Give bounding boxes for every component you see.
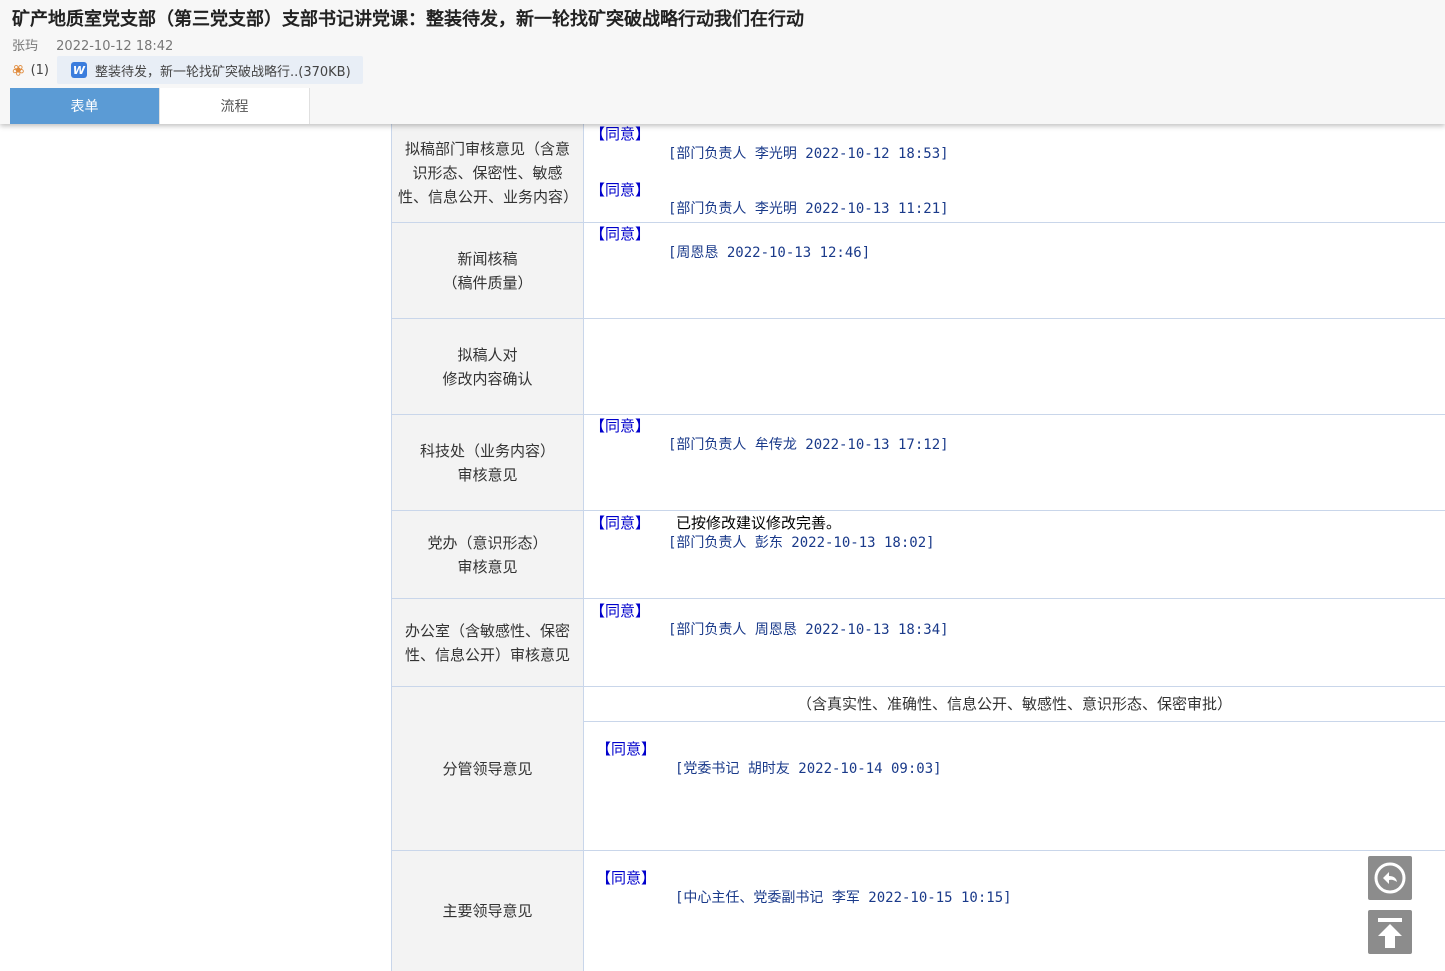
tab-form-label: 表单: [70, 99, 99, 115]
attachment-count: (1): [30, 62, 49, 78]
row-label-text: 办公室（含敏感性、保密性、信息公开）审核意见: [404, 621, 570, 664]
row-value: 【同意】 [部门负责人 周恩恳 2022-10-13 18:34]: [584, 599, 1445, 686]
agree-mark: 【同意】: [596, 740, 657, 758]
approval-table: 拟稿部门审核意见（含意识形态、保密性、敏感性、信息公开、业务内容） 【同意】 […: [391, 124, 1445, 971]
row-label-text: 拟稿人对 修改内容确认: [442, 345, 533, 388]
table-row: 科技处（业务内容） 审核意见 【同意】 [部门负责人 牟传龙 2022-10-1…: [391, 415, 1445, 511]
tab-flow-label: 流程: [220, 99, 249, 115]
row-value: （含真实性、准确性、信息公开、敏感性、意识形态、保密审批） 【同意】 [党委书记…: [584, 687, 1445, 850]
agree-mark: 【同意】: [590, 417, 651, 435]
paperclip-icon: ❀: [7, 59, 29, 81]
post-datetime: 2022-10-12 18:42: [56, 39, 174, 54]
row-value: 【同意】 [中心主任、党委副书记 李军 2022-10-15 10:15]: [584, 851, 1445, 971]
signature: [周恩恳 2022-10-13 12:46]: [668, 245, 871, 261]
row-label-text: 党办（意识形态） 审核意见: [427, 533, 548, 576]
reply-button[interactable]: [1368, 856, 1412, 900]
signature: [部门负责人 李光明 2022-10-13 11:21]: [668, 201, 949, 217]
signature: [中心主任、党委副书记 李军 2022-10-15 10:15]: [675, 890, 1012, 906]
row-value: 【同意】 已按修改建议修改完善。 [部门负责人 彭东 2022-10-13 18…: [584, 511, 1445, 598]
agree-mark: 【同意】: [590, 225, 651, 243]
row-label: 党办（意识形态） 审核意见: [391, 511, 584, 598]
agree-mark: 【同意】: [590, 125, 651, 143]
row-label: 办公室（含敏感性、保密性、信息公开）审核意见: [391, 599, 584, 686]
attachment-file[interactable]: W 整装待发，新一轮找矿突破战略行..(370KB): [57, 56, 363, 84]
author-name: 张玙: [12, 39, 39, 54]
reply-icon: [1374, 862, 1406, 894]
signature: [部门负责人 牟传龙 2022-10-13 17:12]: [668, 437, 949, 453]
row-label: 拟稿人对 修改内容确认: [391, 319, 584, 414]
row-label: 主要领导意见: [391, 851, 584, 971]
table-row: 拟稿人对 修改内容确认: [391, 319, 1445, 415]
attachment-row: ❀ (1) W 整装待发，新一轮找矿突破战略行..(370KB): [8, 56, 363, 84]
attachment-file-name: 整装待发，新一轮找矿突破战略行..(370KB): [95, 64, 351, 80]
page-title: 矿产地质室党支部（第三党支部）支部书记讲党课：整装待发，新一轮找矿突破战略行动我…: [12, 9, 804, 30]
signature: [部门负责人 周恩恳 2022-10-13 18:34]: [668, 622, 949, 638]
tab-flow[interactable]: 流程: [160, 88, 310, 124]
row-value: 【同意】 [部门负责人 牟传龙 2022-10-13 17:12]: [584, 415, 1445, 510]
table-row: 拟稿部门审核意见（含意识形态、保密性、敏感性、信息公开、业务内容） 【同意】 […: [391, 124, 1445, 223]
doc-meta: 张玙 2022-10-12 18:42: [12, 35, 187, 54]
row-label-text: 科技处（业务内容） 审核意见: [419, 441, 555, 484]
tab-bar: 表单 流程: [10, 88, 310, 124]
row-label: 新闻核稿 （稿件质量）: [391, 223, 584, 318]
row-label-text: 主要领导意见: [442, 902, 533, 920]
comment-text: 已按修改建议修改完善。: [676, 514, 842, 532]
row-label-text: 分管领导意见: [442, 759, 533, 778]
table-row: 党办（意识形态） 审核意见 【同意】 已按修改建议修改完善。 [部门负责人 彭东…: [391, 511, 1445, 599]
agree-mark: 【同意】: [596, 869, 657, 887]
signature: [部门负责人 李光明 2022-10-12 18:53]: [668, 146, 949, 162]
row-label-text: 新闻核稿 （稿件质量）: [442, 249, 533, 292]
row-value: 【同意】 [部门负责人 李光明 2022-10-12 18:53] 【同意】 […: [584, 124, 1445, 222]
agree-mark: 【同意】: [590, 514, 651, 532]
approval-scope-note: （含真实性、准确性、信息公开、敏感性、意识形态、保密审批）: [584, 687, 1445, 722]
table-row: 主要领导意见 【同意】 [中心主任、党委副书记 李军 2022-10-15 10…: [391, 851, 1445, 971]
table-row: 办公室（含敏感性、保密性、信息公开）审核意见 【同意】 [部门负责人 周恩恳 2…: [391, 599, 1445, 687]
table-row: 新闻核稿 （稿件质量） 【同意】 [周恩恳 2022-10-13 12:46]: [391, 223, 1445, 319]
row-label: 拟稿部门审核意见（含意识形态、保密性、敏感性、信息公开、业务内容）: [391, 124, 584, 222]
row-label-text: 拟稿部门审核意见（含意识形态、保密性、敏感性、信息公开、业务内容）: [398, 140, 579, 206]
word-doc-icon: W: [71, 62, 87, 78]
row-value: [584, 319, 1445, 414]
signature: [党委书记 胡时友 2022-10-14 09:03]: [675, 761, 942, 777]
document-header: 矿产地质室党支部（第三党支部）支部书记讲党课：整装待发，新一轮找矿突破战略行动我…: [0, 0, 1445, 124]
signature: [部门负责人 彭东 2022-10-13 18:02]: [668, 535, 935, 551]
table-row: 分管领导意见 （含真实性、准确性、信息公开、敏感性、意识形态、保密审批） 【同意…: [391, 687, 1445, 851]
agree-mark: 【同意】: [590, 602, 651, 620]
tab-form[interactable]: 表单: [10, 88, 160, 124]
agree-mark: 【同意】: [590, 181, 651, 199]
back-to-top-button[interactable]: [1368, 910, 1412, 954]
row-label: 分管领导意见: [391, 687, 584, 850]
row-value: 【同意】 [周恩恳 2022-10-13 12:46]: [584, 223, 1445, 318]
row-label: 科技处（业务内容） 审核意见: [391, 415, 584, 510]
